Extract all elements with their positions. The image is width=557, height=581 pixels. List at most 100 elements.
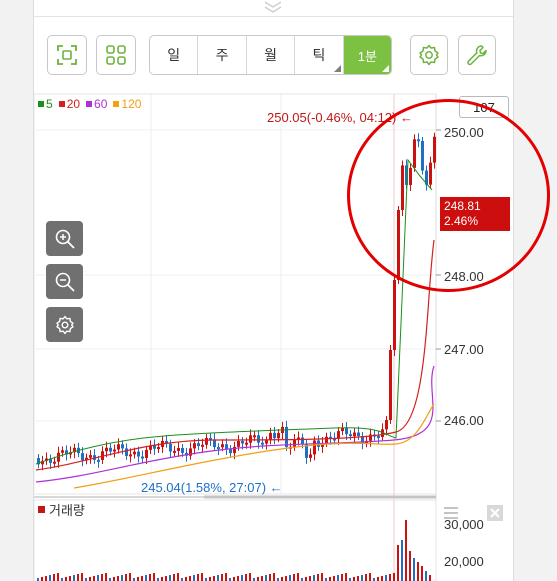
volume-bar [173, 574, 175, 581]
arrow-left-icon: ← [269, 480, 283, 495]
ma120-line [73, 403, 435, 489]
volume-bar [245, 574, 247, 581]
candle-body [141, 456, 144, 459]
candle-body [129, 454, 132, 457]
volume-bar [225, 573, 227, 581]
candle-body [245, 442, 248, 445]
volume-bar [221, 574, 223, 581]
candle-body [345, 427, 348, 435]
volume-panel-controls [444, 505, 503, 521]
candle-body [429, 162, 432, 185]
volume-bar [65, 577, 67, 581]
volume-bar [265, 575, 267, 581]
candle-body [113, 449, 116, 452]
candle-body [257, 435, 260, 443]
volume-bar [341, 574, 343, 581]
volume-bar [189, 576, 191, 581]
menu-icon[interactable] [444, 507, 458, 519]
volume-panel-title: 거래량 [38, 500, 85, 519]
ma60-line [35, 365, 435, 483]
volume-bar [305, 577, 307, 581]
volume-bar [385, 575, 387, 581]
volume-bar [57, 573, 59, 581]
volume-bar [297, 573, 299, 581]
volume-bar [393, 573, 395, 581]
candle-body [377, 435, 380, 438]
volume-bar [177, 573, 179, 581]
legend-item-ma5: 5 [38, 97, 53, 111]
candle-body [353, 432, 356, 437]
volume-bar [217, 575, 219, 581]
chart-app: 일 주 월 틱 1분 5 20 60 120 107 250.05(-0.46%… [33, 0, 514, 581]
arrow-left-icon: ← [400, 110, 413, 125]
candle-body [205, 437, 208, 445]
candle-body [81, 453, 84, 461]
volume-bar [365, 574, 367, 581]
candle-body [61, 450, 64, 453]
zoom-in-button[interactable] [46, 221, 83, 256]
volume-bar [425, 571, 427, 581]
zoom-out-icon [55, 272, 75, 292]
volume-bar [201, 573, 203, 581]
current-change: 2.46% [444, 214, 479, 228]
candle-body [57, 452, 60, 462]
legend-swatch [38, 101, 44, 107]
volume-bar [397, 545, 399, 581]
volume-bar [153, 573, 155, 581]
volume-bar [413, 558, 415, 581]
volume-bar [241, 575, 243, 581]
volume-bar [409, 551, 411, 581]
volume-bar [369, 573, 371, 581]
candle-body [421, 140, 424, 171]
volume-frame [34, 499, 437, 581]
volume-bar [49, 575, 51, 581]
zoom-out-button[interactable] [46, 264, 83, 299]
volume-bar [233, 577, 235, 581]
high-annotation: 250.05(-0.46%, 04:12) ← [267, 110, 413, 125]
volume-bar [121, 575, 123, 581]
volume-bar [77, 574, 79, 581]
candle-body [277, 433, 280, 439]
volume-bar [401, 540, 403, 581]
candle-body [417, 139, 420, 142]
volume-bar [193, 575, 195, 581]
price-box[interactable]: 107 [459, 96, 509, 118]
current-price-badge: 248.81 2.46% [440, 197, 510, 231]
candle-body [389, 350, 392, 420]
candle-body [109, 447, 112, 452]
candle-body [221, 444, 224, 448]
volume-bar [169, 575, 171, 581]
candle-body [237, 441, 240, 447]
legend-swatch [86, 101, 93, 107]
moving-average-legend: 5 20 60 120 [38, 97, 141, 111]
candle-body [393, 280, 396, 350]
candle-body [341, 427, 344, 432]
volume-bar [161, 577, 163, 581]
candle-body [261, 442, 264, 445]
candle-body [301, 437, 304, 445]
volume-bar [237, 576, 239, 581]
candle-body [409, 167, 412, 185]
settings-icon [55, 315, 74, 334]
volume-bar [389, 574, 391, 581]
volume-bar [345, 573, 347, 581]
close-icon[interactable] [487, 505, 503, 521]
candle-body [197, 443, 200, 447]
ma5-line [35, 158, 433, 465]
volume-title-text: 거래량 [49, 503, 85, 518]
volume-swatch [38, 506, 45, 513]
volume-bar [97, 575, 99, 581]
volume-bar [105, 573, 107, 581]
volume-bar [89, 577, 91, 581]
candle-body [325, 436, 328, 444]
candle-body [133, 451, 136, 455]
volume-bar [309, 576, 311, 581]
volume-bar [317, 574, 319, 581]
candle-body [273, 432, 276, 439]
candle-body [253, 435, 256, 438]
candle-body [181, 447, 184, 453]
volume-bar [53, 574, 55, 581]
indicator-settings-button[interactable] [46, 307, 83, 342]
high-annotation-text: 250.05(-0.46%, 04:12) [267, 110, 397, 125]
candle-body [385, 420, 388, 430]
